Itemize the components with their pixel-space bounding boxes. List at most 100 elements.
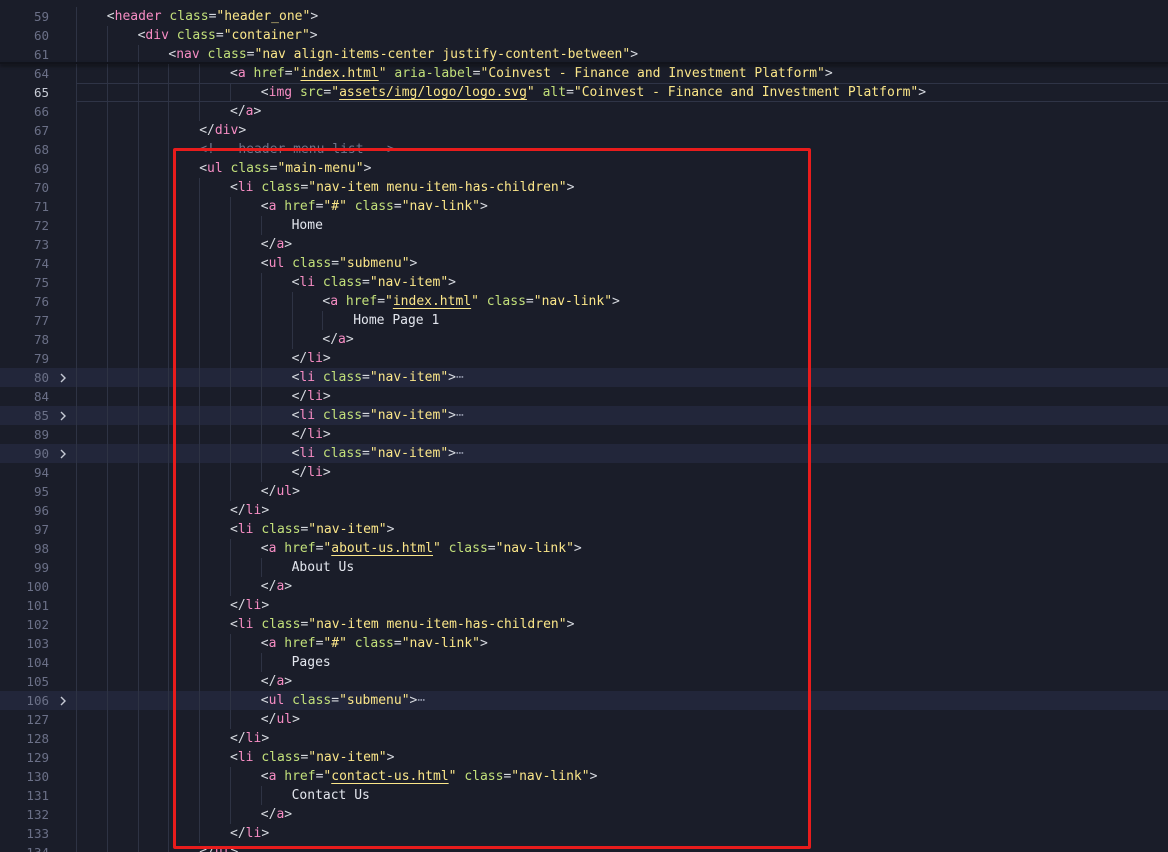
code-text[interactable]: </li>: [230, 501, 269, 520]
code-line[interactable]: 70 <li class="nav-item menu-item-has-chil…: [0, 178, 1168, 197]
code-text[interactable]: Pages: [292, 653, 331, 672]
code-text[interactable]: <a href="index.html" aria-label="Coinves…: [230, 64, 833, 83]
code-text[interactable]: Contact Us: [292, 786, 370, 805]
code-line[interactable]: 131 Contact Us: [0, 786, 1168, 805]
folded-ellipsis[interactable]: ⋯: [417, 693, 425, 708]
code-line[interactable]: 90 <li class="nav-item">⋯: [0, 444, 1168, 463]
code-line[interactable]: 85 <li class="nav-item">⋯: [0, 406, 1168, 425]
code-text[interactable]: <li class="nav-item">⋯: [292, 444, 464, 463]
code-text[interactable]: </li>: [292, 349, 331, 368]
code-line[interactable]: 103 <a href="#" class="nav-link">: [0, 634, 1168, 653]
fold-chevron-right-icon[interactable]: [58, 411, 68, 421]
code-line[interactable]: 94 </li>: [0, 463, 1168, 482]
code-line[interactable]: 80 <li class="nav-item">⋯: [0, 368, 1168, 387]
code-line[interactable]: 78 </a>: [0, 330, 1168, 349]
code-text[interactable]: </li>: [230, 596, 269, 615]
file-link[interactable]: contact-us.html: [331, 769, 448, 784]
file-link[interactable]: index.html: [393, 294, 471, 309]
code-line[interactable]: 98 <a href="about-us.html" class="nav-lin…: [0, 539, 1168, 558]
code-line[interactable]: 129 <li class="nav-item">: [0, 748, 1168, 767]
fold-chevron-right-icon[interactable]: [58, 696, 68, 706]
code-line[interactable]: 73 </a>: [0, 235, 1168, 254]
code-line[interactable]: 67 </div>: [0, 121, 1168, 140]
file-link[interactable]: index.html: [300, 66, 378, 81]
code-text[interactable]: <a href="about-us.html" class="nav-link"…: [261, 539, 582, 558]
code-text[interactable]: </ul>: [199, 843, 238, 852]
code-line[interactable]: 96 </li>: [0, 501, 1168, 520]
code-line[interactable]: 71 <a href="#" class="nav-link">: [0, 197, 1168, 216]
code-text[interactable]: Home Page 1: [353, 311, 439, 330]
code-line[interactable]: 95 </ul>: [0, 482, 1168, 501]
code-text[interactable]: </ul>: [261, 482, 300, 501]
code-text[interactable]: </a>: [261, 805, 292, 824]
code-text[interactable]: <a href="contact-us.html" class="nav-lin…: [261, 767, 598, 786]
code-line[interactable]: 105 </a>: [0, 672, 1168, 691]
folded-ellipsis[interactable]: ⋯: [456, 446, 464, 461]
code-text[interactable]: <a href="index.html" class="nav-link">: [322, 292, 619, 311]
code-line[interactable]: 127 </ul>: [0, 710, 1168, 729]
code-line[interactable]: 64 <a href="index.html" aria-label="Coinv…: [0, 64, 1168, 83]
code-line[interactable]: 79 </li>: [0, 349, 1168, 368]
code-line[interactable]: 68 <!-- header menu list -->: [0, 140, 1168, 159]
code-line[interactable]: 102 <li class="nav-item menu-item-has-chi…: [0, 615, 1168, 634]
code-text[interactable]: </div>: [199, 121, 246, 140]
code-line[interactable]: 104 Pages: [0, 653, 1168, 672]
code-line[interactable]: 134 </ul>: [0, 843, 1168, 852]
code-line[interactable]: 128 </li>: [0, 729, 1168, 748]
code-text[interactable]: <a href="#" class="nav-link">: [261, 634, 488, 653]
code-text[interactable]: </a>: [261, 235, 292, 254]
code-line[interactable]: 72 Home: [0, 216, 1168, 235]
code-line[interactable]: 89 </li>: [0, 425, 1168, 444]
code-line[interactable]: 74 <ul class="submenu">: [0, 254, 1168, 273]
code-line[interactable]: 77 Home Page 1: [0, 311, 1168, 330]
code-text[interactable]: Home: [292, 216, 323, 235]
code-text[interactable]: <ul class="submenu">: [261, 254, 418, 273]
code-text[interactable]: </a>: [230, 102, 261, 121]
code-text[interactable]: </li>: [292, 387, 331, 406]
code-text[interactable]: <ul class="submenu">⋯: [261, 691, 425, 710]
code-line[interactable]: 106 <ul class="submenu">⋯: [0, 691, 1168, 710]
code-text[interactable]: </li>: [230, 824, 269, 843]
code-text[interactable]: <li class="nav-item">⋯: [292, 368, 464, 387]
code-text[interactable]: <li class="nav-item menu-item-has-childr…: [230, 178, 574, 197]
folded-ellipsis[interactable]: ⋯: [456, 370, 464, 385]
code-line[interactable]: 65 <img src="assets/img/logo/logo.svg" al…: [0, 83, 1168, 102]
code-text[interactable]: </li>: [292, 463, 331, 482]
code-line[interactable]: 132 </a>: [0, 805, 1168, 824]
code-text[interactable]: </a>: [261, 672, 292, 691]
code-line[interactable]: 60 <div class="container">: [0, 26, 1168, 45]
code-text[interactable]: </li>: [292, 425, 331, 444]
code-text[interactable]: <!-- header menu list -->: [199, 140, 395, 159]
code-line[interactable]: 133 </li>: [0, 824, 1168, 843]
code-line[interactable]: 100 </a>: [0, 577, 1168, 596]
fold-chevron-right-icon[interactable]: [58, 449, 68, 459]
code-line[interactable]: 99 About Us: [0, 558, 1168, 577]
code-text[interactable]: <a href="#" class="nav-link">: [261, 197, 488, 216]
code-text[interactable]: </li>: [230, 729, 269, 748]
code-line[interactable]: 84 </li>: [0, 387, 1168, 406]
code-text[interactable]: <li class="nav-item">⋯: [292, 406, 464, 425]
code-text[interactable]: <div class="container">: [138, 26, 318, 45]
code-line[interactable]: 130 <a href="contact-us.html" class="nav-…: [0, 767, 1168, 786]
code-line[interactable]: 76 <a href="index.html" class="nav-link">: [0, 292, 1168, 311]
code-line[interactable]: 97 <li class="nav-item">: [0, 520, 1168, 539]
code-line[interactable]: 69 <ul class="main-menu">: [0, 159, 1168, 178]
code-text[interactable]: <li class="nav-item">: [230, 520, 394, 539]
code-editor[interactable]: 59 <header class="header_one"> 60 <div clas…: [0, 0, 1168, 852]
code-text[interactable]: <ul class="main-menu">: [199, 159, 371, 178]
code-text[interactable]: </a>: [322, 330, 353, 349]
file-link[interactable]: about-us.html: [331, 541, 433, 556]
code-text[interactable]: About Us: [292, 558, 355, 577]
code-line[interactable]: 75 <li class="nav-item">: [0, 273, 1168, 292]
code-text[interactable]: <li class="nav-item">: [230, 748, 394, 767]
fold-chevron-right-icon[interactable]: [58, 373, 68, 383]
folded-ellipsis[interactable]: ⋯: [456, 408, 464, 423]
code-line[interactable]: 66 </a>: [0, 102, 1168, 121]
code-text[interactable]: </ul>: [261, 710, 300, 729]
code-line[interactable]: 59 <header class="header_one">: [0, 7, 1168, 26]
code-text[interactable]: <img src="assets/img/logo/logo.svg" alt=…: [261, 83, 926, 102]
file-link[interactable]: assets/img/logo/logo.svg: [339, 85, 527, 100]
code-text[interactable]: <li class="nav-item menu-item-has-childr…: [230, 615, 574, 634]
code-text[interactable]: <li class="nav-item">: [292, 273, 456, 292]
code-text[interactable]: <header class="header_one">: [107, 7, 318, 26]
